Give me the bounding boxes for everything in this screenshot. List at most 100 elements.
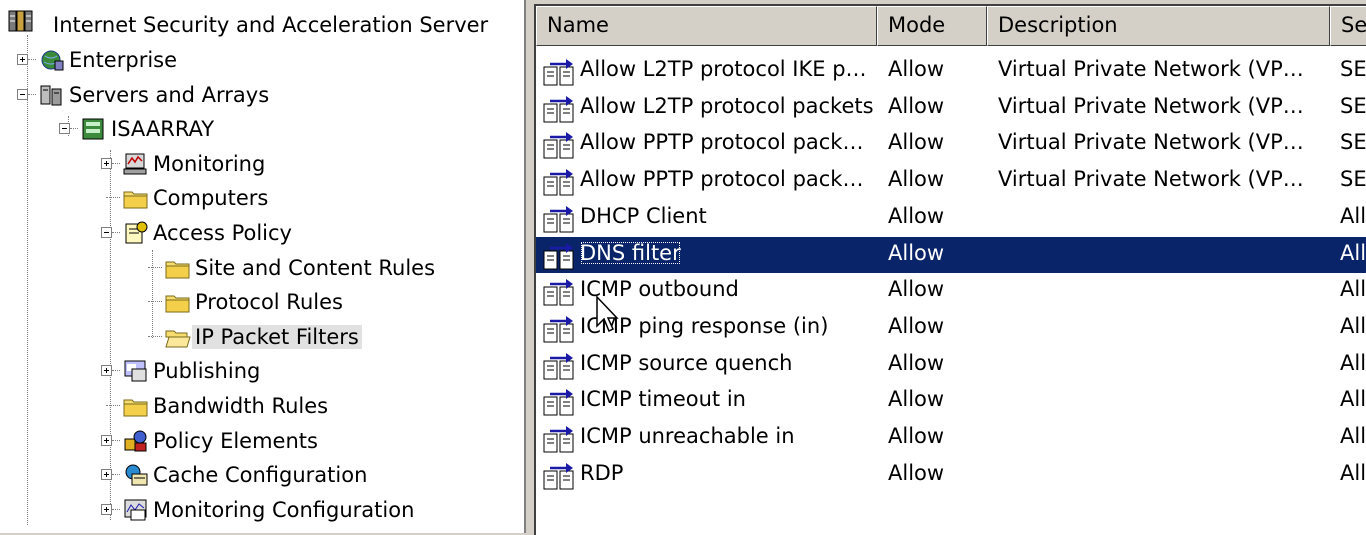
- tree-item-label: Monitoring Configuration: [153, 497, 415, 522]
- tree-line: [112, 508, 120, 510]
- list-row[interactable]: DNS filter Allow All: [536, 236, 1366, 273]
- rule-service: SEF: [1340, 167, 1366, 192]
- rule-mode: Allow: [888, 460, 945, 485]
- list-row[interactable]: Allow PPTP protocol pack… Allow Virtual Pr…: [536, 126, 1366, 162]
- collapse-icon[interactable]: [59, 123, 70, 135]
- monitoring-icon: [123, 153, 147, 175]
- tree-line: [106, 405, 120, 406]
- expand-icon[interactable]: [101, 365, 112, 377]
- list-row[interactable]: ICMP source quench Allow All: [536, 347, 1366, 383]
- collapse-icon[interactable]: [101, 227, 112, 238]
- rule-name: ICMP source quench: [580, 350, 793, 375]
- expand-icon[interactable]: [101, 157, 112, 169]
- collapse-icon[interactable]: [17, 88, 28, 100]
- rule-description: Virtual Private Network (VP…: [998, 167, 1304, 192]
- tree-item-computers[interactable]: Computers: [0, 181, 520, 215]
- expand-icon[interactable]: [101, 469, 112, 481]
- packet-filter-icon: [543, 352, 574, 380]
- rule-mode: Allow: [888, 277, 945, 302]
- tree-item-bandwidth-rules[interactable]: Bandwidth Rules: [0, 389, 520, 423]
- policy-elements-icon: [124, 430, 147, 452]
- folder-open-icon: [165, 330, 191, 348]
- rule-name: DHCP Client: [580, 203, 707, 228]
- rule-service: All: [1340, 387, 1366, 412]
- packet-filter-icon: [543, 132, 574, 159]
- column-header-mode[interactable]: Mode: [877, 6, 987, 46]
- rule-name: ICMP ping response (in): [580, 313, 829, 338]
- rule-mode: Allow: [888, 313, 945, 338]
- rule-service: All: [1340, 460, 1366, 485]
- console-tree[interactable]: Internet Security and Acceleration Serve…: [0, 0, 526, 533]
- rule-name: Allow L2TP protocol IKE p…: [580, 57, 867, 81]
- tree-item-publishing[interactable]: Publishing: [0, 354, 520, 388]
- rule-description: Virtual Private Network (VP…: [998, 130, 1304, 155]
- rule-description: Virtual Private Network (VP…: [998, 93, 1304, 118]
- rule-mode: Allow: [888, 387, 945, 412]
- rule-service: All: [1340, 203, 1366, 228]
- expand-icon[interactable]: [101, 434, 112, 446]
- tree-line: [112, 370, 120, 372]
- packet-filter-icon: [543, 462, 574, 490]
- packet-filter-icon: [543, 169, 574, 196]
- tree-item-servers-and-arrays[interactable]: Servers and Arrays: [0, 78, 520, 112]
- tree-item-enterprise[interactable]: Enterprise: [0, 43, 520, 77]
- tree-line: [112, 232, 120, 233]
- tree-item-protocol-rules[interactable]: Protocol Rules: [0, 285, 520, 319]
- expand-icon[interactable]: [17, 54, 28, 65]
- rule-name: DNS filter: [580, 240, 681, 265]
- list-row[interactable]: RDP Allow All: [536, 457, 1366, 493]
- column-header-name[interactable]: Name: [536, 6, 877, 46]
- tree-item-policy-elements[interactable]: Policy Elements: [0, 424, 520, 458]
- column-header-service[interactable]: Ser: [1330, 6, 1366, 46]
- rule-name: Allow PPTP protocol pack…: [580, 167, 864, 192]
- list-row[interactable]: ICMP unreachable in Allow All: [536, 420, 1366, 456]
- rule-name: Allow PPTP protocol pack…: [580, 130, 864, 155]
- tree-item-label: IP Packet Filters: [192, 324, 362, 349]
- tree-item-monitoring-configuration[interactable]: Monitoring Configuration: [0, 493, 520, 527]
- rule-mode: Allow: [888, 424, 945, 448]
- tree-item-cache-configuration[interactable]: Cache Configuration: [0, 458, 520, 492]
- packet-filter-list[interactable]: Name Mode Description Ser Allow L2TP pro…: [534, 4, 1366, 535]
- tree-item-isaarray[interactable]: ISAARRAY: [0, 112, 520, 146]
- rule-mode: Allow: [888, 203, 945, 228]
- tree-item-access-policy[interactable]: Access Policy: [0, 216, 520, 250]
- tree-item-monitoring[interactable]: Monitoring: [0, 147, 520, 181]
- rule-name: ICMP timeout in: [580, 387, 746, 412]
- list-row[interactable]: ICMP timeout in Allow All: [536, 383, 1366, 419]
- list-row[interactable]: ICMP ping response (in) Allow All: [536, 310, 1366, 346]
- expand-icon[interactable]: [101, 503, 112, 515]
- tree-item-site-and-content-rules[interactable]: Site and Content Rules: [0, 251, 520, 285]
- tree-line: [148, 266, 162, 268]
- list-row[interactable]: DHCP Client Allow All: [536, 200, 1366, 236]
- rule-mode: Allow: [888, 240, 945, 265]
- tree-item-label: Bandwidth Rules: [153, 394, 329, 418]
- rule-service: SEF: [1340, 130, 1366, 155]
- tree-line: [28, 59, 36, 60]
- list-row[interactable]: Allow L2TP protocol IKE p… Allow Virtual P…: [536, 53, 1366, 89]
- list-row[interactable]: Allow PPTP protocol pack… Allow Virtual Pr…: [536, 163, 1366, 199]
- monitoring-config-icon: [124, 499, 147, 521]
- packet-filter-icon: [543, 426, 574, 453]
- folder-icon: [123, 399, 148, 417]
- rule-mode: Allow: [888, 93, 945, 118]
- rule-mode: Allow: [888, 130, 945, 155]
- packet-filter-icon: [543, 205, 574, 233]
- list-row[interactable]: ICMP outbound Allow All: [536, 273, 1366, 309]
- list-row[interactable]: Allow L2TP protocol packets Allow Virtual …: [536, 90, 1366, 126]
- rule-service: All: [1340, 277, 1366, 302]
- tree-line: [148, 335, 162, 337]
- tree-line: [112, 474, 120, 476]
- packet-filter-icon: [543, 315, 574, 343]
- packet-filter-icon: [543, 59, 574, 86]
- rule-service: All: [1340, 350, 1366, 375]
- rule-mode: Allow: [888, 167, 945, 192]
- tree-item-ip-packet-filters[interactable]: IP Packet Filters: [0, 320, 520, 354]
- tree-item-label: Computers: [153, 186, 269, 211]
- rule-service: SEF: [1340, 57, 1366, 81]
- folder-icon: [123, 191, 148, 209]
- tree-line: [112, 162, 120, 164]
- tree-item-label: Servers and Arrays: [69, 82, 270, 107]
- column-header-description[interactable]: Description: [987, 6, 1330, 46]
- tree-item-label: Policy Elements: [153, 428, 318, 453]
- rule-mode: Allow: [888, 350, 945, 375]
